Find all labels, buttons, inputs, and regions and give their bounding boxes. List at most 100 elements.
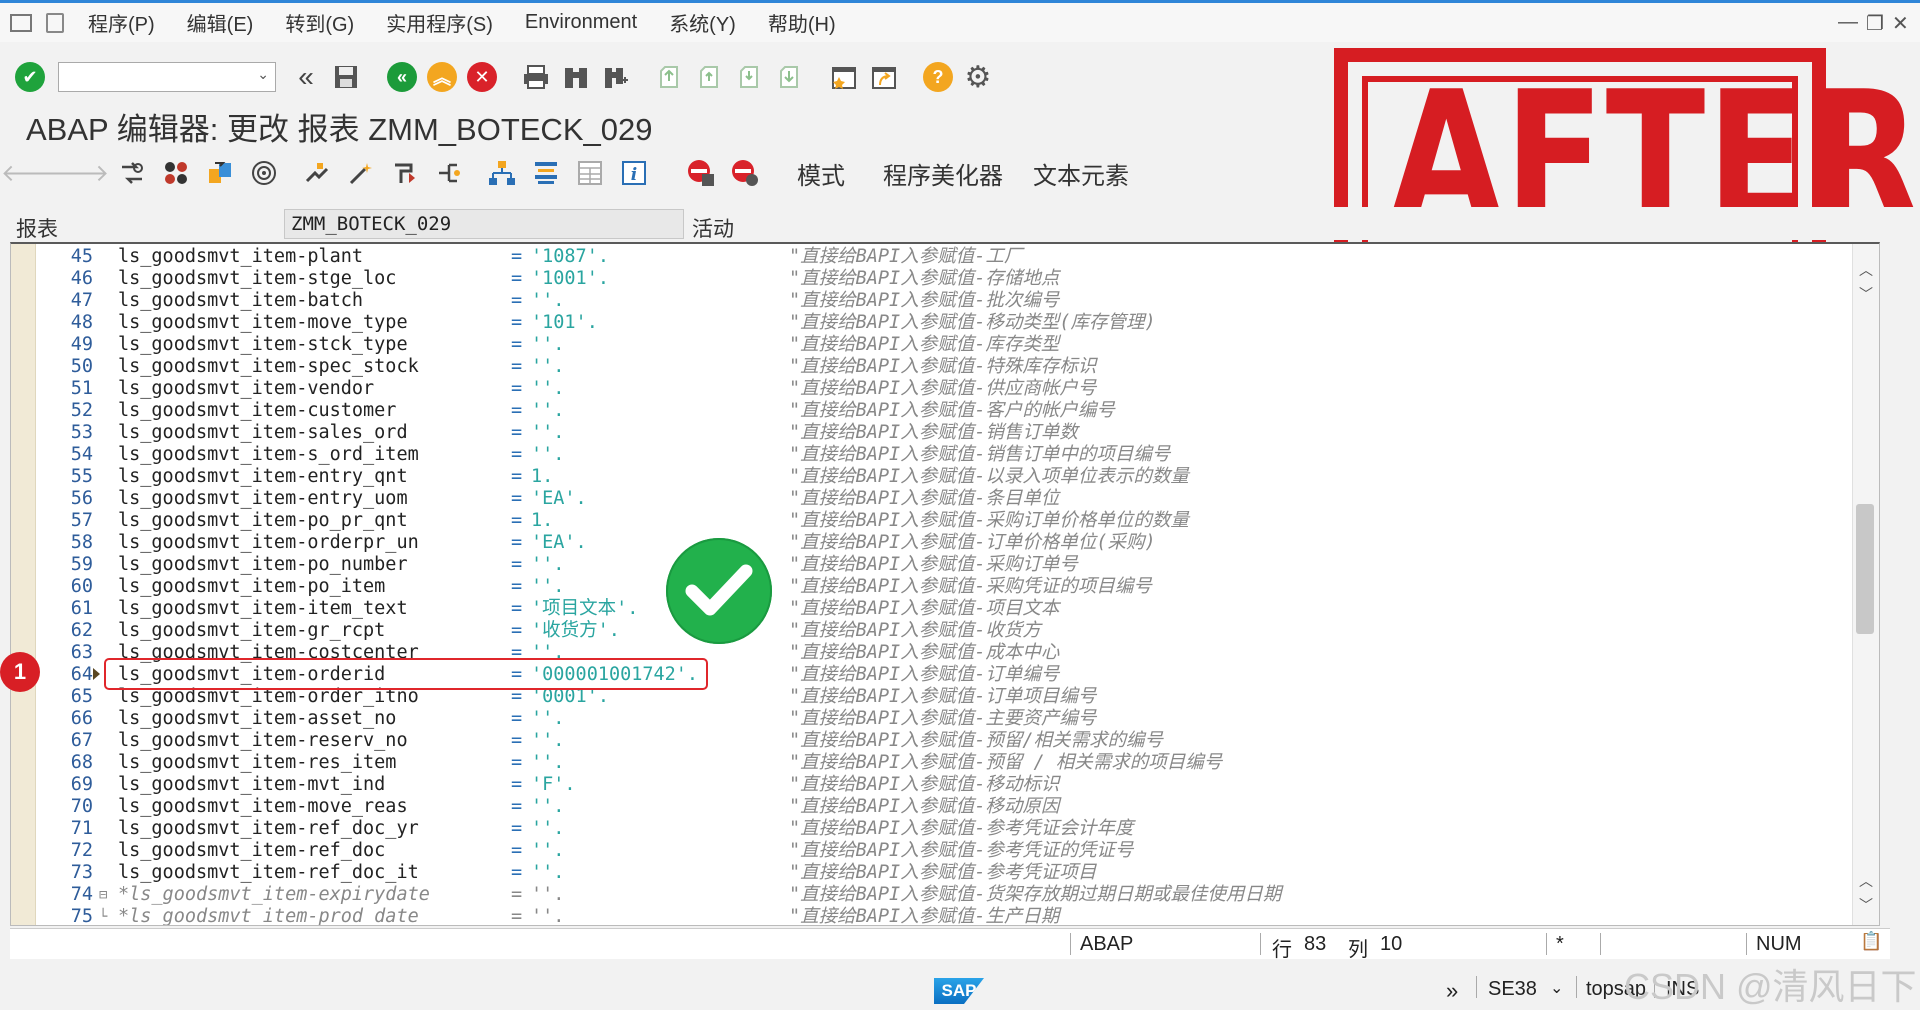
find-icon[interactable] [558,59,594,95]
menu-help[interactable]: 帮助(H) [768,8,836,37]
fold-toggle-icon[interactable]: ⊟ [99,884,107,906]
menu-program[interactable]: 程序(P) [88,8,155,37]
code-line[interactable]: 70 ls_goodsmvt_item-move_reas = ''. "直接给BAPI… [35,796,1855,818]
print-icon[interactable] [518,59,554,95]
code-line[interactable]: 69 ls_goodsmvt_item-mvt_ind = 'F'. "直接给BAPI入… [35,774,1855,796]
menu-environment[interactable]: Environment [525,11,637,34]
code-value: ''. [531,862,565,883]
code-line[interactable]: 74 ⊟ *ls_goodsmvt_item-expirydate = ''. "直接给B… [35,884,1855,906]
customize-layout-icon[interactable] [46,12,64,33]
menu-goto[interactable]: 转到(G) [285,8,354,37]
scroll-page-down-icon[interactable]: ﹀ [1859,895,1873,915]
line-number: 57 [70,510,93,531]
exit-icon[interactable]: ︽ [424,59,460,95]
check-syntax-icon[interactable] [300,156,334,190]
code-line[interactable]: 46 ls_goodsmvt_item-stge_loc = '1001'. "直接给B… [35,268,1855,290]
code-line[interactable]: 57 ls_goodsmvt_item-po_pr_qnt = 1. "直接给BAPI入… [35,510,1855,532]
code-line[interactable]: 68 ls_goodsmvt_item-res_item = ''. "直接给BAPI入… [35,752,1855,774]
where-used-icon[interactable] [247,156,281,190]
transaction-dropdown-icon[interactable]: ⌄ [1550,978,1563,998]
maximize-icon[interactable]: ❐ [1866,11,1884,36]
activate-icon[interactable] [344,156,378,190]
navigation-window-icon[interactable] [529,156,563,190]
scroll-thumb[interactable] [1856,504,1874,634]
close-icon[interactable]: ✕ [1892,11,1909,36]
menu-edit[interactable]: 编辑(E) [187,8,254,37]
scroll-page-up-icon[interactable]: ︿ [1859,871,1873,891]
menu-system[interactable]: 系统(Y) [669,8,736,37]
code-line[interactable]: 72 ls_goodsmvt_item-ref_doc = ''. "直接给BAPI入参… [35,840,1855,862]
expand-chevron-icon[interactable]: » [1446,978,1458,1004]
code-statement: ls_goodsmvt_item-orderpr_un [118,532,419,553]
text-elements-button[interactable]: 文本元素 [1033,156,1129,191]
code-line[interactable]: 67 ls_goodsmvt_item-reserv_no = ''. "直接给BAPI… [35,730,1855,752]
line-number: 70 [70,796,93,817]
pretty-printer-button[interactable]: 程序美化器 [883,156,1003,191]
arrow-right-icon[interactable]: 🡒 [45,156,109,190]
code-line[interactable]: 52 ls_goodsmvt_item-customer = ''. "直接给BAPI入… [35,400,1855,422]
scroll-up-icon[interactable]: ︿ [1859,260,1873,280]
code-line[interactable]: 71 ls_goodsmvt_item-ref_doc_yr = ''. "直接给BAP… [35,818,1855,840]
scroll-down-icon[interactable]: ﹀ [1859,284,1873,304]
settings-icon[interactable]: ⚙ [960,59,996,95]
enter-check-icon[interactable]: ✔ [12,59,48,95]
code-line[interactable]: 53 ls_goodsmvt_item-sales_ord = ''. "直接给BAPI… [35,422,1855,444]
test-icon[interactable] [388,156,422,190]
chevron-down-icon[interactable]: ⌄ [257,66,269,83]
object-list-icon[interactable] [485,156,519,190]
code-editor[interactable]: 45 ls_goodsmvt_item-plant = '1087'. "直接给BAPI… [10,242,1880,926]
info-icon[interactable]: i [617,156,651,190]
code-line[interactable]: 51 ls_goodsmvt_item-vendor = ''. "直接给BAPI入参赋… [35,378,1855,400]
pattern-icon[interactable] [432,156,466,190]
create-session-icon[interactable] [826,59,862,95]
code-line[interactable]: 75 └ *ls_goodsmvt_item-prod_date = ''. "直接给BA… [35,906,1855,925]
code-line[interactable]: 61 ls_goodsmvt_item-item_text = '项目文本'. "直接给… [35,598,1855,620]
display-change-icon[interactable] [159,156,193,190]
back-icon[interactable]: « [384,59,420,95]
menu-bar: 程序(P) 编辑(E) 转到(G) 实用程序(S) Environment 系统… [0,0,1920,42]
code-line[interactable]: 48 ls_goodsmvt_item-move_type = '101'. "直接给B… [35,312,1855,334]
command-field[interactable]: ⌄ [58,62,276,92]
notes-icon[interactable]: 📋 [1860,931,1882,952]
assignment-operator: = [511,334,523,355]
vertical-scrollbar[interactable]: ︿ ﹀ ︿ ﹀ [1852,244,1879,925]
code-line[interactable]: 59 ls_goodsmvt_item-po_number = ''. "直接给BAPI… [35,554,1855,576]
cancel-icon[interactable]: ✕ [464,59,500,95]
minimize-icon[interactable]: — [1838,11,1858,34]
system-menu-icon[interactable] [10,13,32,32]
previous-page-icon[interactable] [692,59,728,95]
code-line[interactable]: 47 ls_goodsmvt_item-batch = ''. "直接给BAPI入参赋值… [35,290,1855,312]
back-double-chevron-icon[interactable]: « [288,59,324,95]
code-line[interactable]: 58 ls_goodsmvt_item-orderpr_un = 'EA'. "直接给B… [35,532,1855,554]
assignment-operator: = [511,246,523,267]
code-line[interactable]: 73 ls_goodsmvt_item-ref_doc_it = ''. "直接给BAP… [35,862,1855,884]
code-line[interactable]: 49 ls_goodsmvt_item-stck_type = ''. "直接给BAPI… [35,334,1855,356]
menu-utilities[interactable]: 实用程序(S) [386,8,493,37]
last-page-icon[interactable] [772,59,808,95]
code-line[interactable]: 50 ls_goodsmvt_item-spec_stock = ''. "直接给BAP… [35,356,1855,378]
next-page-icon[interactable] [732,59,768,95]
help-icon[interactable]: ? [920,59,956,95]
set-breakpoint-icon[interactable] [684,156,718,190]
code-value: ''. [531,818,565,839]
editor-gutter[interactable] [11,244,36,925]
active-inactive-icon[interactable] [203,156,237,190]
code-line[interactable]: 56 ls_goodsmvt_item-entry_uom = 'EA'. "直接给BA… [35,488,1855,510]
line-number: 65 [70,686,93,707]
code-lines: 45 ls_goodsmvt_item-plant = '1087'. "直接给BAPI… [35,246,1855,925]
save-icon[interactable] [328,59,364,95]
code-line[interactable]: 54 ls_goodsmvt_item-s_ord_item = ''. "直接给BAP… [35,444,1855,466]
code-value: ''. [531,576,565,597]
code-line[interactable]: 55 ls_goodsmvt_item-entry_qnt = 1. "直接给BAPI入… [35,466,1855,488]
split-screen-icon[interactable] [573,156,607,190]
code-line[interactable]: 45 ls_goodsmvt_item-plant = '1087'. "直接给BAPI… [35,246,1855,268]
first-page-icon[interactable] [652,59,688,95]
shortcut-icon[interactable] [866,59,902,95]
pattern-button[interactable]: 模式 [797,156,845,191]
code-line[interactable]: 66 ls_goodsmvt_item-asset_no = ''. "直接给BAPI入… [35,708,1855,730]
find-next-icon[interactable] [598,59,634,95]
code-line[interactable]: 62 ls_goodsmvt_item-gr_rcpt = '收货方'. "直接给BAP… [35,620,1855,642]
code-line[interactable]: 60 ls_goodsmvt_item-po_item = ''. "直接给BAPI入参… [35,576,1855,598]
other-object-icon[interactable] [115,156,149,190]
session-breakpoint-icon[interactable] [728,156,762,190]
